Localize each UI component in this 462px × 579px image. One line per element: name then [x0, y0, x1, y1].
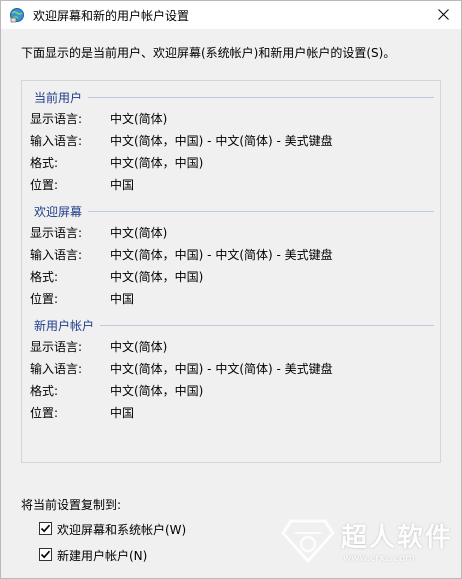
group-divider	[100, 325, 434, 326]
setting-label: 输入语言:	[30, 134, 83, 148]
setting-value: 中文(简体)	[110, 226, 168, 240]
watermark-brand: 超人软件	[341, 523, 454, 553]
settings-description: 下面显示的是当前用户、欢迎屏幕(系统帐户)和新用户帐户的设置(S)。	[21, 46, 396, 60]
close-button[interactable]	[427, 1, 461, 29]
checkbox-box[interactable]	[39, 548, 52, 561]
setting-value: 中文(简体，中国) - 中文(简体) - 美式键盘	[110, 362, 333, 376]
title-bar[interactable]: 欢迎屏幕和新的用户帐户设置	[1, 1, 461, 29]
setting-value: 中文(简体，中国)	[110, 156, 204, 170]
setting-label: 格式:	[30, 384, 59, 398]
setting-value: 中文(简体，中国)	[110, 270, 204, 284]
checkbox-box[interactable]	[39, 522, 52, 535]
diamond-logo-icon	[281, 519, 335, 563]
setting-label: 位置:	[30, 406, 59, 420]
setting-label: 显示语言:	[30, 112, 83, 126]
setting-label: 输入语言:	[30, 248, 83, 262]
checkbox-label[interactable]: 欢迎屏幕和系统帐户(W)	[57, 521, 186, 538]
setting-label: 显示语言:	[30, 226, 83, 240]
settings-summary-panel: 当前用户 显示语言: 中文(简体) 输入语言: 中文(简体，中国) - 中文(简…	[21, 80, 441, 463]
setting-label: 位置:	[30, 178, 59, 192]
group-divider	[88, 97, 434, 98]
group-header: 欢迎屏幕	[34, 205, 83, 219]
close-icon	[438, 9, 449, 20]
watermark-url: www.crxz.com	[343, 553, 415, 564]
setting-value: 中国	[110, 406, 135, 420]
copy-settings-label: 将当前设置复制到:	[21, 498, 122, 512]
setting-value: 中文(简体)	[110, 340, 168, 354]
setting-label: 格式:	[30, 156, 59, 170]
watermark: 超人软件 www.crxz.com	[281, 513, 451, 573]
checkmark-icon	[40, 524, 51, 533]
setting-value: 中国	[110, 178, 135, 192]
checkbox-label[interactable]: 新建用户帐户(N)	[57, 547, 147, 564]
setting-value: 中文(简体，中国) - 中文(简体) - 美式键盘	[110, 134, 333, 148]
checkmark-icon	[40, 550, 51, 559]
setting-value: 中文(简体，中国) - 中文(简体) - 美式键盘	[110, 248, 333, 262]
globe-network-icon	[9, 7, 25, 23]
setting-value: 中文(简体，中国)	[110, 384, 204, 398]
setting-label: 显示语言:	[30, 340, 83, 354]
settings-dialog: 欢迎屏幕和新的用户帐户设置 下面显示的是当前用户、欢迎屏幕(系统帐户)和新用户帐…	[0, 0, 462, 579]
group-header: 新用户帐户	[34, 319, 95, 333]
group-divider	[88, 211, 434, 212]
window-title: 欢迎屏幕和新的用户帐户设置	[33, 9, 190, 23]
setting-label: 输入语言:	[30, 362, 83, 376]
setting-value: 中国	[110, 292, 135, 306]
setting-label: 位置:	[30, 292, 59, 306]
group-header: 当前用户	[34, 91, 83, 105]
setting-value: 中文(简体)	[110, 112, 168, 126]
setting-label: 格式:	[30, 270, 59, 284]
